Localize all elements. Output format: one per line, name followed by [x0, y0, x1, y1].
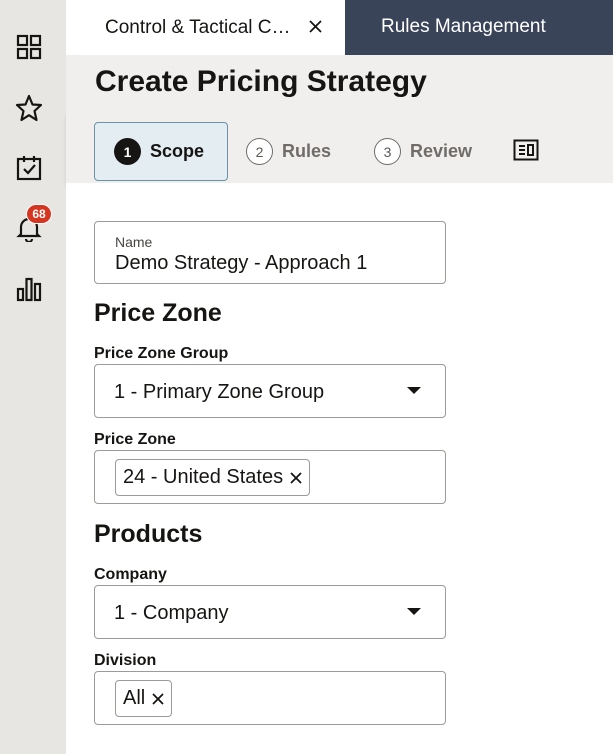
page-title: Create Pricing Strategy — [95, 65, 427, 98]
remove-chip-icon[interactable] — [289, 471, 303, 485]
select-value: 1 - Company — [114, 602, 229, 624]
notification-badge: 68 — [26, 204, 52, 224]
price-zone-label: Price Zone — [94, 431, 176, 448]
tab-label: Rules Management — [381, 16, 546, 37]
tab-control-tactical[interactable]: Control & Tactical C… — [66, 0, 345, 55]
company-select[interactable]: 1 - Company — [94, 585, 446, 639]
step-train: 1 Scope 2 Rules 3 Review — [66, 112, 613, 183]
chip-label: 24 - United States — [123, 466, 284, 488]
step-number: 3 — [374, 138, 401, 165]
step-number: 1 — [114, 138, 141, 165]
dashboard-icon[interactable] — [9, 27, 49, 67]
price-zone-heading: Price Zone — [94, 299, 222, 327]
page-header: Create Pricing Strategy — [66, 55, 613, 112]
step-label: Scope — [150, 141, 205, 161]
company-label: Company — [94, 566, 167, 583]
details-panel-icon[interactable] — [513, 139, 539, 166]
step-label: Review — [410, 141, 473, 161]
calendar-check-icon[interactable] — [9, 148, 49, 188]
select-value: 1 - Primary Zone Group — [114, 381, 325, 403]
form-content: Name Demo Strategy - Approach 1 Price Zo… — [66, 183, 613, 754]
step-number: 2 — [246, 138, 273, 165]
products-heading: Products — [94, 520, 203, 548]
tab-rules-management[interactable]: Rules Management — [345, 0, 613, 55]
price-zone-group-label: Price Zone Group — [94, 345, 229, 362]
tab-label: Control & Tactical C… — [105, 17, 291, 38]
chevron-down-icon[interactable] — [407, 387, 421, 394]
tab-bar: Control & Tactical C… Rules Management — [66, 0, 613, 55]
remove-chip-icon[interactable] — [151, 692, 165, 706]
step-scope[interactable]: 1 Scope — [94, 122, 228, 181]
price-zone-group-select[interactable]: 1 - Primary Zone Group — [94, 364, 446, 418]
division-input[interactable]: All — [94, 671, 446, 725]
close-icon[interactable] — [304, 15, 326, 37]
step-label: Rules — [282, 141, 332, 161]
step-review[interactable]: 3 Review — [374, 122, 472, 181]
name-value: Demo Strategy - Approach 1 — [115, 252, 368, 274]
division-chip: All — [115, 680, 173, 717]
chevron-down-icon[interactable] — [407, 608, 421, 615]
star-icon[interactable] — [9, 88, 49, 128]
price-zone-chip: 24 - United States — [115, 459, 311, 496]
division-label: Division — [94, 652, 157, 669]
name-field[interactable]: Name Demo Strategy - Approach 1 — [94, 221, 446, 284]
bar-chart-icon[interactable] — [9, 269, 49, 309]
step-rules[interactable]: 2 Rules — [246, 122, 331, 181]
name-label: Name — [115, 234, 153, 250]
nav-rail: 68 — [0, 0, 66, 754]
chip-label: All — [123, 687, 146, 709]
price-zone-input[interactable]: 24 - United States — [94, 450, 446, 504]
